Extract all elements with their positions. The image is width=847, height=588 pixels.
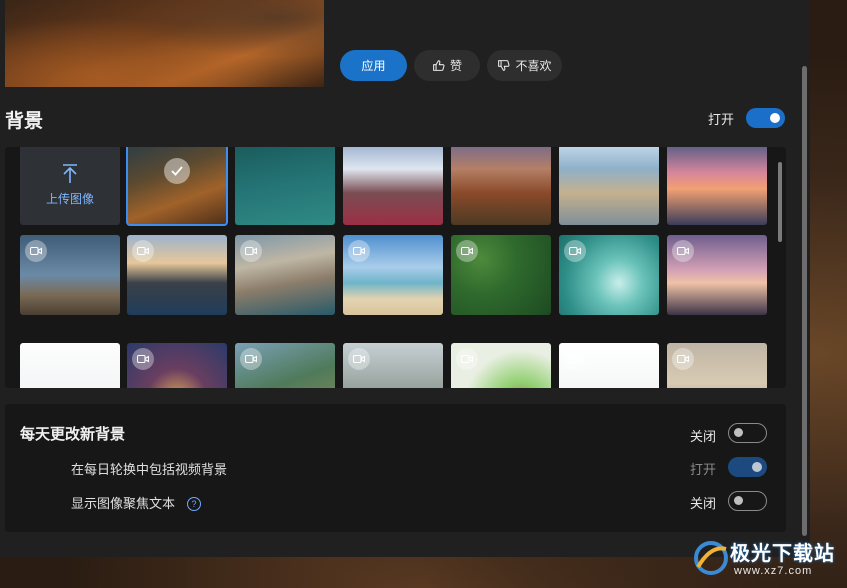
video-camera-icon bbox=[672, 240, 694, 262]
background-toggle-label: 打开 bbox=[708, 112, 735, 127]
background-preview-image bbox=[5, 0, 324, 87]
watermark-text: 极光下载站 bbox=[730, 543, 835, 565]
spotlight-text-label: 显示图像聚焦文本 bbox=[71, 496, 176, 511]
dislike-button[interactable]: 不喜欢 bbox=[487, 50, 562, 81]
background-thumbnail[interactable] bbox=[559, 147, 659, 225]
upload-image-label: 上传图像 bbox=[45, 191, 94, 206]
background-thumbnail[interactable] bbox=[451, 147, 551, 225]
like-button-label: 赞 bbox=[449, 59, 462, 73]
background-toggle[interactable] bbox=[746, 108, 785, 128]
video-camera-icon bbox=[348, 348, 370, 370]
video-background-thumbnail[interactable] bbox=[559, 235, 659, 315]
like-button[interactable]: 赞 bbox=[414, 50, 480, 81]
video-background-thumbnail[interactable] bbox=[451, 343, 551, 388]
video-background-thumbnail[interactable] bbox=[235, 235, 335, 315]
video-camera-icon bbox=[25, 240, 47, 262]
background-thumbnail[interactable] bbox=[667, 147, 767, 225]
video-camera-icon bbox=[132, 348, 154, 370]
video-background-thumbnail[interactable] bbox=[343, 235, 443, 315]
video-background-thumbnail[interactable] bbox=[235, 343, 335, 388]
daily-background-toggle[interactable] bbox=[728, 423, 767, 443]
daily-toggle-label: 关闭 bbox=[690, 429, 717, 444]
background-thumbnail-grid[interactable]: 上传图像 bbox=[5, 147, 786, 388]
spotlight-text-toggle[interactable] bbox=[728, 491, 767, 511]
video-background-thumbnail[interactable] bbox=[559, 343, 659, 388]
video-background-thumbnail[interactable] bbox=[20, 235, 120, 315]
spotlight-toggle-label: 关闭 bbox=[690, 496, 717, 511]
video-background-thumbnail[interactable] bbox=[667, 343, 767, 388]
video-camera-icon bbox=[348, 240, 370, 262]
thumbnail-grid-scrollbar[interactable] bbox=[778, 162, 782, 242]
video-background-thumbnail[interactable] bbox=[127, 235, 227, 315]
selected-check-icon bbox=[164, 158, 190, 184]
background-thumbnail[interactable] bbox=[126, 147, 228, 226]
background-settings-panel: 应用 赞 不喜欢 背景 打开 上传图像 每天更改新背景 关闭 在每日轮换中包括视… bbox=[0, 0, 810, 557]
video-camera-icon bbox=[456, 240, 478, 262]
video-camera-icon bbox=[564, 240, 586, 262]
apply-button-label: 应用 bbox=[361, 59, 386, 73]
help-icon[interactable]: ? bbox=[187, 497, 202, 511]
watermark-logo-icon bbox=[694, 541, 728, 575]
include-video-toggle-label: 打开 bbox=[690, 462, 717, 477]
background-thumbnail[interactable] bbox=[20, 343, 120, 388]
spotlight-text-row: 显示图像聚焦文本? bbox=[71, 493, 202, 512]
video-background-thumbnail[interactable] bbox=[127, 343, 227, 388]
daily-background-card: 每天更改新背景 关闭 在每日轮换中包括视频背景 打开 显示图像聚焦文本? 关闭 bbox=[5, 404, 786, 532]
daily-background-title: 每天更改新背景 bbox=[20, 426, 126, 443]
dislike-button-label: 不喜欢 bbox=[515, 59, 552, 73]
upload-image-tile[interactable]: 上传图像 bbox=[20, 147, 120, 225]
thumbs-up-icon bbox=[433, 60, 445, 71]
video-background-thumbnail[interactable] bbox=[451, 235, 551, 315]
background-thumbnail[interactable] bbox=[235, 147, 335, 225]
video-camera-icon bbox=[132, 240, 154, 262]
upload-arrow-icon bbox=[63, 163, 77, 183]
video-camera-icon bbox=[456, 348, 478, 370]
video-background-thumbnail[interactable] bbox=[667, 235, 767, 315]
watermark: 极光下载站 www.xz7.com bbox=[690, 537, 840, 582]
panel-scrollbar[interactable] bbox=[802, 66, 807, 536]
video-background-thumbnail[interactable] bbox=[343, 343, 443, 388]
watermark-url: www.xz7.com bbox=[734, 565, 813, 577]
video-camera-icon bbox=[564, 348, 586, 370]
background-thumbnail[interactable] bbox=[343, 147, 443, 225]
thumbs-down-icon bbox=[498, 60, 510, 71]
include-video-toggle[interactable] bbox=[728, 457, 767, 477]
video-camera-icon bbox=[672, 348, 694, 370]
background-section-title: 背景 bbox=[5, 111, 44, 132]
apply-button[interactable]: 应用 bbox=[340, 50, 407, 81]
video-camera-icon bbox=[240, 348, 262, 370]
video-camera-icon bbox=[240, 240, 262, 262]
include-video-label: 在每日轮换中包括视频背景 bbox=[71, 462, 228, 477]
